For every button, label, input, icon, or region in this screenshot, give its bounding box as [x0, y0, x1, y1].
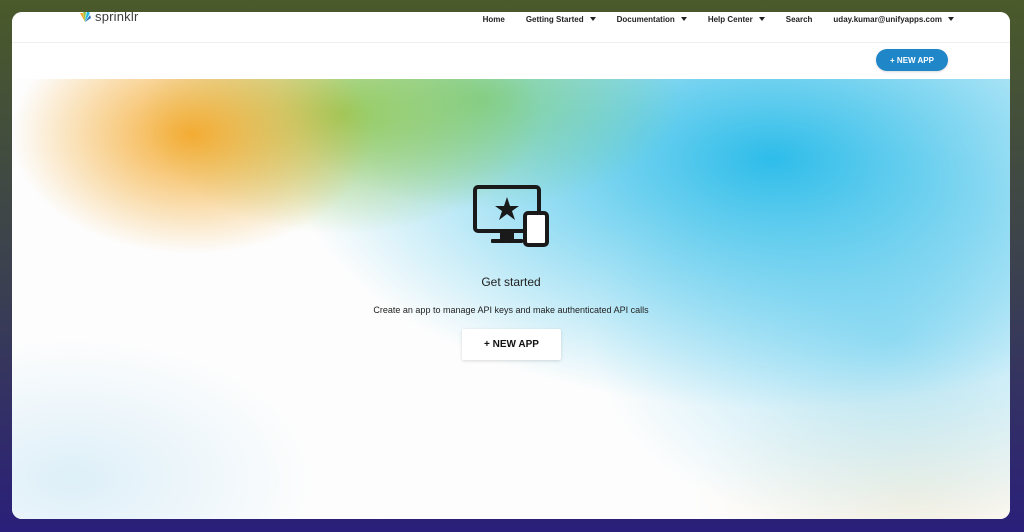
user-account-menu[interactable]: uday.kumar@unifyapps.com	[833, 15, 954, 24]
action-bar: + NEW APP	[12, 43, 1010, 79]
empty-state-title: Get started	[481, 275, 541, 289]
chevron-down-icon	[680, 17, 687, 21]
sprinklr-logo-icon	[80, 12, 91, 22]
new-app-button[interactable]: + NEW APP	[462, 329, 561, 360]
brand-name: sprinklr	[95, 12, 139, 24]
chevron-down-icon	[589, 17, 596, 21]
nav-label: Getting Started	[525, 14, 584, 24]
chevron-down-icon	[758, 17, 765, 21]
nav-item-home[interactable]: Home	[483, 15, 505, 24]
nav-label: Documentation	[616, 14, 675, 24]
nav-item-search[interactable]: Search	[786, 15, 813, 24]
main-nav: Home Getting Started Documentation Help …	[483, 12, 954, 26]
nav-label: Home	[482, 14, 505, 24]
user-email: uday.kumar@unifyapps.com	[833, 14, 942, 24]
brand-logo[interactable]: sprinklr	[78, 12, 139, 26]
new-app-button-header[interactable]: + NEW APP	[876, 49, 948, 71]
nav-label: Search	[785, 14, 813, 24]
nav-item-documentation[interactable]: Documentation	[617, 15, 687, 24]
app-window: sprinklr Home Getting Started Documentat…	[12, 12, 1010, 519]
nav-label: Help Center	[707, 14, 753, 24]
nav-item-help-center[interactable]: Help Center	[708, 15, 765, 24]
chevron-down-icon	[948, 17, 954, 21]
empty-state-hero: Get started Create an app to manage API …	[12, 79, 1010, 519]
top-navigation: sprinklr Home Getting Started Documentat…	[12, 12, 1010, 43]
nav-item-getting-started[interactable]: Getting Started	[526, 15, 596, 24]
empty-state-subtitle: Create an app to manage API keys and mak…	[373, 305, 649, 315]
monitor-mobile-star-icon	[473, 185, 549, 247]
